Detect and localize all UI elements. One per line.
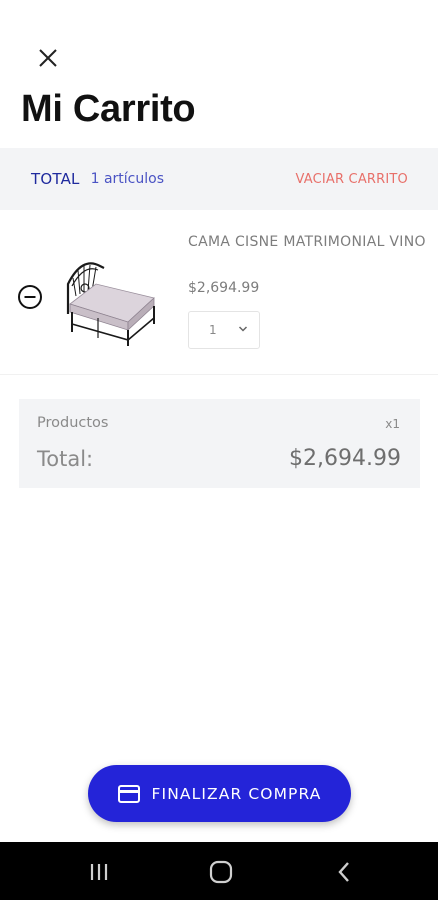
recents-icon — [90, 864, 108, 880]
summary-item-count: 1 artículos — [90, 171, 164, 187]
recents-button[interactable] — [84, 858, 114, 886]
back-button[interactable] — [330, 858, 360, 886]
product-name[interactable]: CAMA CISNE MATRIMONIAL VINO — [188, 232, 428, 252]
chevron-down-icon — [238, 326, 248, 332]
summary-total-label: TOTAL — [31, 170, 80, 188]
remove-item-button[interactable] — [17, 284, 43, 310]
close-icon — [39, 49, 57, 67]
cart-summary-bar: TOTAL 1 artículos VACIAR CARRITO — [0, 148, 438, 210]
checkout-button[interactable]: FINALIZAR COMPRA — [88, 765, 351, 822]
quantity-select[interactable]: 1 — [188, 311, 260, 349]
total-label: Total: — [37, 447, 94, 471]
clear-cart-button[interactable]: VACIAR CARRITO — [295, 172, 408, 187]
order-totals: Productos x1 Total: $2,694.99 — [19, 399, 420, 488]
page-title: Mi Carrito — [21, 88, 196, 130]
products-label: Productos — [37, 415, 109, 431]
products-quantity: x1 — [385, 417, 400, 431]
home-icon — [209, 860, 233, 884]
back-icon — [338, 862, 349, 882]
credit-card-icon — [117, 784, 140, 803]
cart-item: CAMA CISNE MATRIMONIAL VINO $2,694.99 1 — [0, 210, 438, 375]
bed-image — [66, 262, 155, 346]
system-navigation-bar — [0, 842, 438, 900]
close-button[interactable] — [30, 40, 66, 76]
quantity-value: 1 — [209, 323, 217, 337]
product-image — [62, 254, 162, 349]
home-button[interactable] — [206, 858, 236, 886]
total-value: $2,694.99 — [289, 446, 401, 471]
product-price: $2,694.99 — [188, 280, 260, 296]
minus-circle-icon — [18, 285, 42, 309]
checkout-label: FINALIZAR COMPRA — [151, 784, 322, 803]
